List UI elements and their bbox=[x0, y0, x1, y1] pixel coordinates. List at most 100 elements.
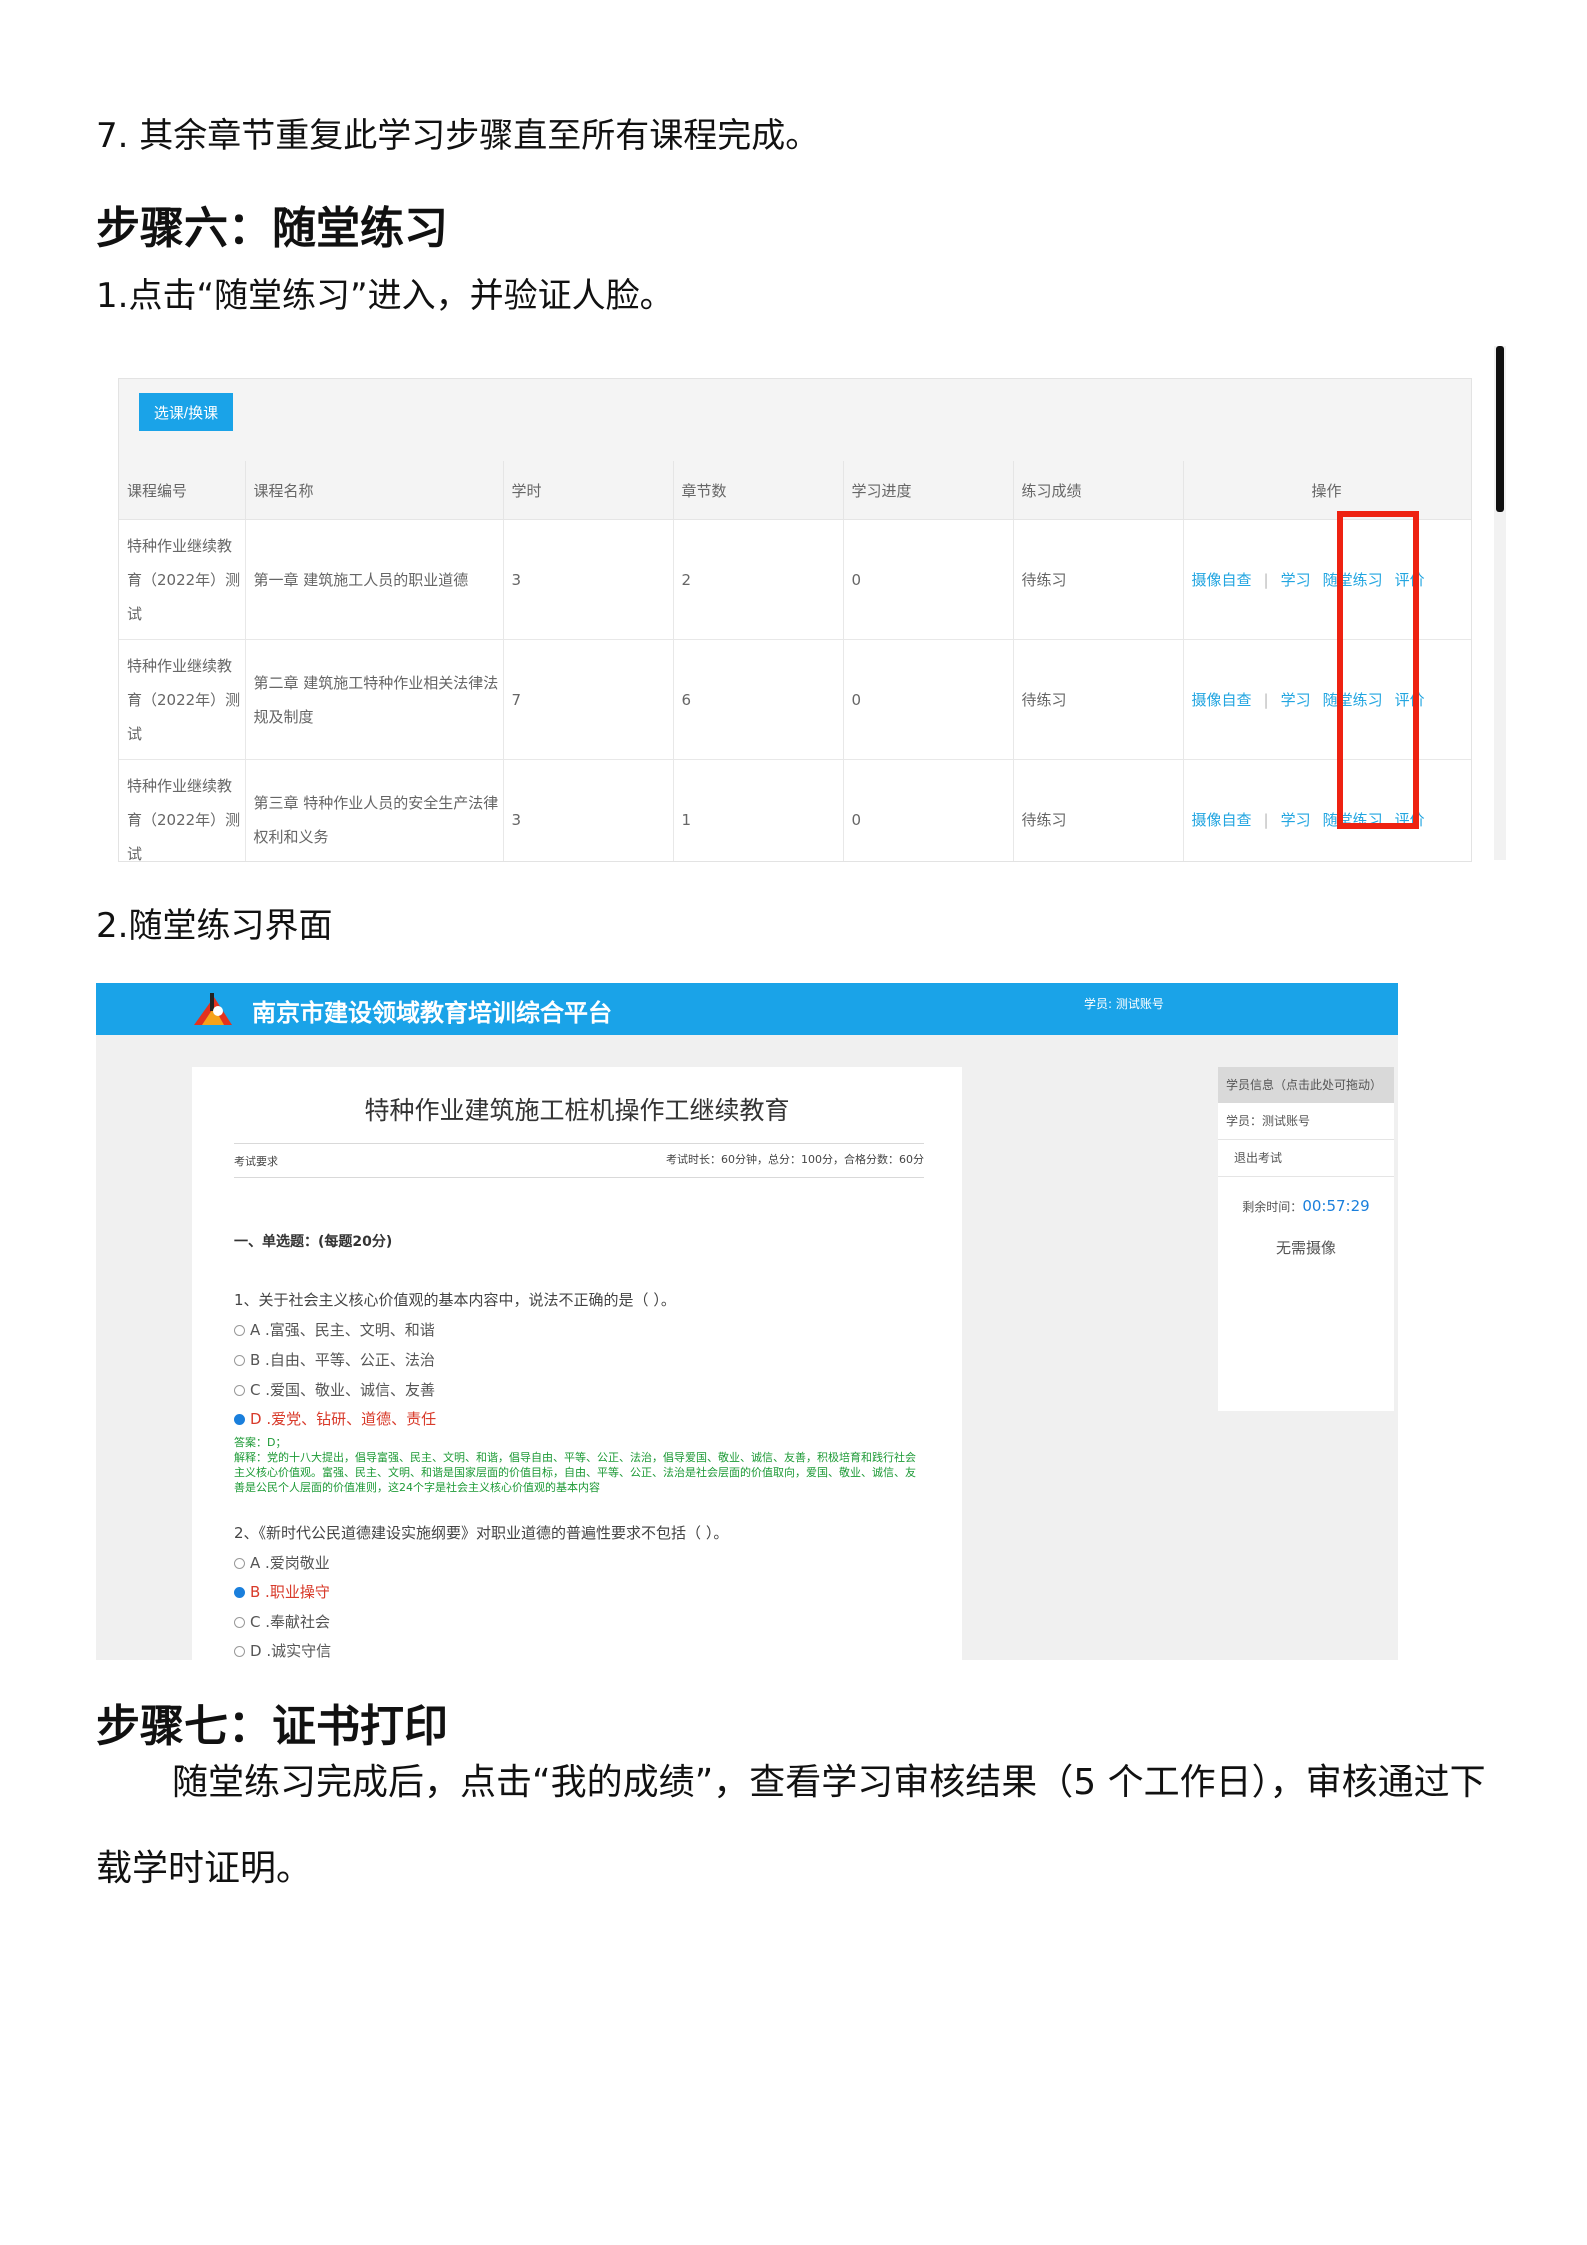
course-score: 待练习 bbox=[1013, 759, 1184, 861]
exit-exam-button[interactable]: 退出考试 bbox=[1218, 1140, 1394, 1177]
course-ops: 摄像自查 | 学习 随堂练习 评价 bbox=[1183, 519, 1471, 640]
option-label: A .富强、民主、文明、和谐 bbox=[250, 1321, 435, 1339]
platform-logo-icon bbox=[194, 993, 232, 1025]
option-d[interactable]: D .诚实守信 bbox=[234, 1640, 331, 1660]
course-progress: 0 bbox=[843, 519, 1014, 640]
radio-icon[interactable] bbox=[234, 1355, 245, 1366]
option-label: C .爱国、敬业、诚信、友善 bbox=[250, 1381, 436, 1399]
select-course-button[interactable]: 选课/换课 bbox=[139, 393, 233, 431]
answer-explanation: 答案：D； 解释：党的十八大提出，倡导富强、民主、文明、和谐，倡导自由、平等、公… bbox=[234, 1435, 924, 1495]
course-table: 课程编号 课程名称 学时 章节数 学习进度 练习成绩 操作 特种作业继续教育（2… bbox=[119, 461, 1471, 861]
exam-title: 特种作业建筑施工桩机操作工继续教育 bbox=[364, 1096, 790, 1125]
info-divider bbox=[234, 1177, 924, 1178]
course-table-screenshot: 选课/换课 课程编号 课程名称 学时 章节数 学习进度 练习成绩 操作 特种作业… bbox=[118, 378, 1472, 862]
course-name: 第二章 建筑施工特种作业相关法律法规及制度 bbox=[245, 639, 504, 760]
course-ops: 摄像自查 | 学习 随堂练习 评价 bbox=[1183, 759, 1471, 861]
question-text: 2、《新时代公民道德建设实施纲要》对职业道德的普遍性要求不包括（ ）。 bbox=[234, 1524, 729, 1542]
course-name: 第三章 特种作业人员的安全生产法律权利和义务 bbox=[245, 759, 504, 861]
option-c[interactable]: C .奉献社会 bbox=[234, 1611, 330, 1632]
header-student: 学员: 测试账号 bbox=[1084, 997, 1164, 1011]
col-header: 学习进度 bbox=[843, 461, 1014, 520]
option-b[interactable]: B .职业操守 bbox=[234, 1581, 330, 1602]
platform-header: 南京市建设领域教育培训综合平台 学员: 测试账号 bbox=[96, 983, 1398, 1035]
table-row: 特种作业继续教育（2022年）测试 第二章 建筑施工特种作业相关法律法规及制度 … bbox=[119, 639, 1471, 760]
step6-item2: 2.随堂练习界面 bbox=[96, 906, 333, 946]
radio-icon[interactable] bbox=[234, 1385, 245, 1396]
section-heading: 一、单选题：(每题20分) bbox=[234, 1234, 393, 1250]
table-toolbar: 选课/换课 bbox=[119, 379, 1471, 462]
op-separator: | bbox=[1263, 810, 1269, 829]
radio-icon[interactable] bbox=[234, 1325, 245, 1336]
study-link[interactable]: 学习 bbox=[1281, 563, 1311, 597]
exam-info: 考试时长：60分钟，总分：100分，合格分数：60分 bbox=[666, 1153, 924, 1166]
course-chapters: 2 bbox=[673, 519, 844, 640]
camera-check-link[interactable]: 摄像自查 bbox=[1192, 563, 1252, 597]
col-header: 课程名称 bbox=[245, 461, 504, 520]
exam-paper: 特种作业建筑施工桩机操作工继续教育 考试要求 考试时长：60分钟，总分：100分… bbox=[192, 1067, 962, 1660]
option-a[interactable]: A .富强、民主、文明、和谐 bbox=[234, 1319, 435, 1340]
answer-text: 答案：D； bbox=[234, 1436, 287, 1449]
practice-highlight-box bbox=[1337, 511, 1419, 829]
table-row: 特种作业继续教育（2022年）测试 第三章 特种作业人员的安全生产法律权利和义务… bbox=[119, 759, 1471, 861]
col-header: 练习成绩 bbox=[1013, 461, 1184, 520]
table-row: 特种作业继续教育（2022年）测试 第一章 建筑施工人员的职业道德 3 2 0 … bbox=[119, 519, 1471, 640]
radio-selected-icon[interactable] bbox=[234, 1587, 245, 1598]
study-link[interactable]: 学习 bbox=[1281, 803, 1311, 837]
panel-student: 学员：测试账号 bbox=[1218, 1103, 1394, 1140]
course-hours: 7 bbox=[503, 639, 674, 760]
scrollbar-thumb[interactable] bbox=[1496, 346, 1504, 512]
col-header: 课程编号 bbox=[119, 461, 246, 520]
exam-screenshot: 南京市建设领域教育培训综合平台 学员: 测试账号 特种作业建筑施工桩机操作工继续… bbox=[96, 983, 1398, 1660]
exam-requirements: 考试要求 bbox=[234, 1155, 278, 1168]
course-progress: 0 bbox=[843, 639, 1014, 760]
option-d[interactable]: D .爱党、钻研、道德、责任 bbox=[234, 1408, 436, 1429]
step7-paragraph: 随堂练习完成后，点击“我的成绩”，查看学习审核结果（5 个工作日），审核通过下载… bbox=[96, 1740, 1506, 1912]
explanation-text: 解释：党的十八大提出，倡导富强、民主、文明、和谐，倡导自由、平等、公正、法治，倡… bbox=[234, 1451, 916, 1494]
question-text: 1、关于社会主义核心价值观的基本内容中，说法不正确的是（ ）。 bbox=[234, 1291, 676, 1309]
option-b[interactable]: B .自由、平等、公正、法治 bbox=[234, 1349, 435, 1370]
platform-title: 南京市建设领域教育培训综合平台 bbox=[252, 999, 612, 1027]
col-header: 章节数 bbox=[673, 461, 844, 520]
step6-heading: 步骤六：随堂练习 bbox=[96, 203, 448, 254]
op-separator: | bbox=[1263, 570, 1269, 589]
step7-text: 随堂练习完成后，点击“我的成绩”，查看学习审核结果（5 个工作日），审核通过下载… bbox=[96, 1762, 1486, 1889]
option-label: B .职业操守 bbox=[250, 1583, 330, 1601]
option-c[interactable]: C .爱国、敬业、诚信、友善 bbox=[234, 1379, 435, 1400]
table-header-row: 课程编号 课程名称 学时 章节数 学习进度 练习成绩 操作 bbox=[119, 461, 1471, 520]
course-code: 特种作业继续教育（2022年）测试 bbox=[119, 639, 246, 760]
col-header: 操作 bbox=[1183, 461, 1471, 520]
radio-icon[interactable] bbox=[234, 1617, 245, 1628]
op-separator: | bbox=[1263, 690, 1269, 709]
col-header: 学时 bbox=[503, 461, 674, 520]
course-score: 待练习 bbox=[1013, 519, 1184, 640]
option-label: A .爱岗敬业 bbox=[250, 1554, 330, 1572]
remaining-value: 00:57:29 bbox=[1302, 1197, 1370, 1215]
no-camera-text: 无需摄像 bbox=[1275, 1239, 1336, 1257]
panel-drag-handle[interactable]: 学员信息（点击此处可拖动） bbox=[1218, 1067, 1394, 1103]
option-label: C .奉献社会 bbox=[250, 1613, 331, 1631]
radio-selected-icon[interactable] bbox=[234, 1414, 245, 1425]
option-a[interactable]: A .爱岗敬业 bbox=[234, 1552, 330, 1573]
remaining-label: 剩余时间： bbox=[1242, 1200, 1303, 1214]
option-label: D .爱党、钻研、道德、责任 bbox=[250, 1410, 437, 1428]
radio-icon[interactable] bbox=[234, 1646, 245, 1657]
course-name: 第一章 建筑施工人员的职业道德 bbox=[245, 519, 504, 640]
option-label: D .诚实守信 bbox=[250, 1642, 332, 1660]
remaining-time: 剩余时间：00:57:29 bbox=[1218, 1197, 1394, 1215]
course-chapters: 6 bbox=[673, 639, 844, 760]
camera-check-link[interactable]: 摄像自查 bbox=[1192, 683, 1252, 717]
course-chapters: 1 bbox=[673, 759, 844, 861]
course-code: 特种作业继续教育（2022年）测试 bbox=[119, 759, 246, 861]
radio-icon[interactable] bbox=[234, 1558, 245, 1569]
option-label: B .自由、平等、公正、法治 bbox=[250, 1351, 435, 1369]
course-ops: 摄像自查 | 学习 随堂练习 评价 bbox=[1183, 639, 1471, 760]
course-hours: 3 bbox=[503, 759, 674, 861]
course-hours: 3 bbox=[503, 519, 674, 640]
title-divider bbox=[234, 1143, 924, 1144]
intro-line: 7. 其余章节重复此学习步骤直至所有课程完成。 bbox=[96, 116, 820, 156]
course-progress: 0 bbox=[843, 759, 1014, 861]
course-score: 待练习 bbox=[1013, 639, 1184, 760]
study-link[interactable]: 学习 bbox=[1281, 683, 1311, 717]
student-info-panel[interactable]: 学员信息（点击此处可拖动） 学员：测试账号 退出考试 剩余时间：00:57:29… bbox=[1218, 1067, 1394, 1411]
camera-check-link[interactable]: 摄像自查 bbox=[1192, 803, 1252, 837]
